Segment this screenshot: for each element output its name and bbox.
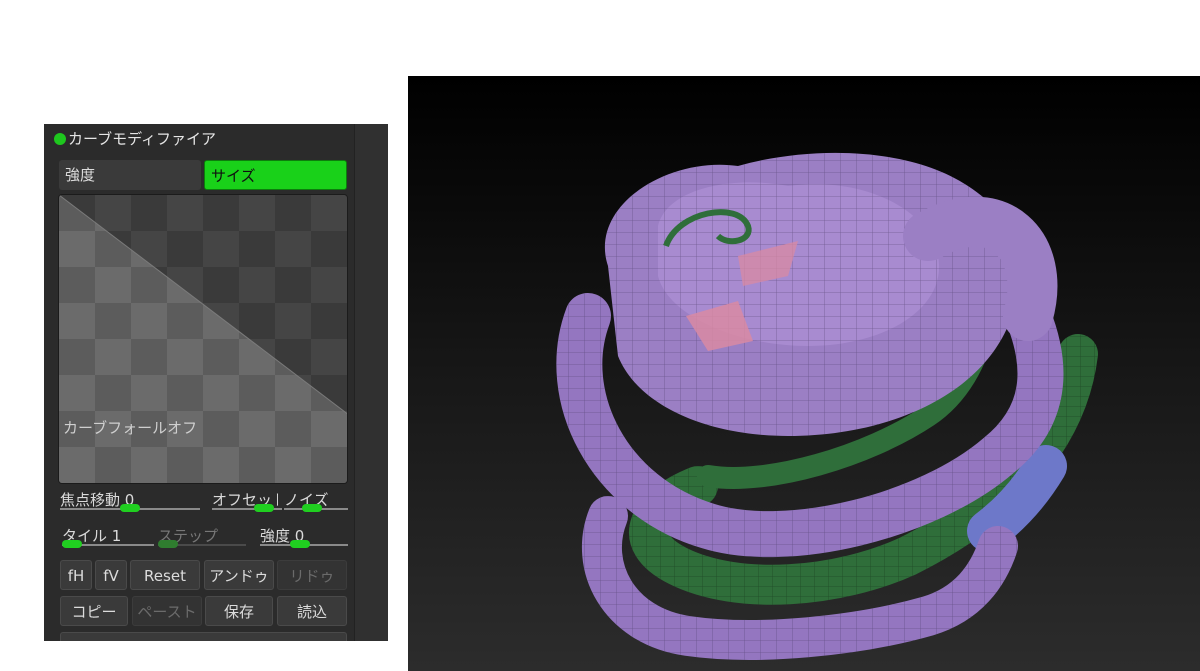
copy-button[interactable]: コピー (60, 596, 128, 626)
reset-button[interactable]: Reset (130, 560, 200, 590)
focal-shift-handle[interactable] (120, 504, 140, 512)
panel-title-label: カーブモディファイア (68, 130, 217, 148)
curve-grid (59, 195, 347, 483)
undo-button[interactable]: アンドゥ (204, 560, 274, 590)
noise-handle[interactable] (302, 504, 322, 512)
panel-scroll-strip[interactable] (354, 124, 388, 641)
3d-viewport[interactable] (408, 76, 1200, 671)
curve-falloff-label: カーブフォールオフ (63, 419, 198, 437)
hidden-row-button[interactable] (60, 632, 347, 641)
tab-strength[interactable]: 強度 (59, 160, 201, 190)
strength-handle[interactable] (290, 540, 310, 548)
rose-mesh-model (556, 152, 1098, 660)
curve-modifier-panel: カーブモディファイア 強度 サイズ カーブフォールオフ 焦点移動 0 オフセッ … (44, 124, 388, 641)
panel-title[interactable]: カーブモディファイア (54, 128, 216, 150)
active-indicator-icon (54, 133, 66, 145)
save-button[interactable]: 保存 (205, 596, 273, 626)
noise-slider[interactable]: ノイズ (284, 489, 348, 517)
redo-button[interactable]: リドゥ (277, 560, 347, 590)
paste-button[interactable]: ペースト (132, 596, 202, 626)
offset-slider[interactable]: オフセット (212, 489, 282, 517)
load-button[interactable]: 読込 (277, 596, 347, 626)
flip-vertical-button[interactable]: fV (95, 560, 127, 590)
flip-horizontal-button[interactable]: fH (60, 560, 92, 590)
tile-slider[interactable]: タイル 1 (62, 525, 154, 553)
step-slider[interactable]: ステップ (158, 525, 246, 553)
focal-shift-slider[interactable]: 焦点移動 0 (60, 489, 200, 517)
offset-handle[interactable] (254, 504, 274, 512)
strength-slider[interactable]: 強度 0 (260, 525, 348, 553)
curve-editor[interactable]: カーブフォールオフ (58, 194, 348, 484)
tab-size[interactable]: サイズ (204, 160, 347, 190)
step-handle[interactable] (158, 540, 178, 548)
tile-handle[interactable] (62, 540, 82, 548)
